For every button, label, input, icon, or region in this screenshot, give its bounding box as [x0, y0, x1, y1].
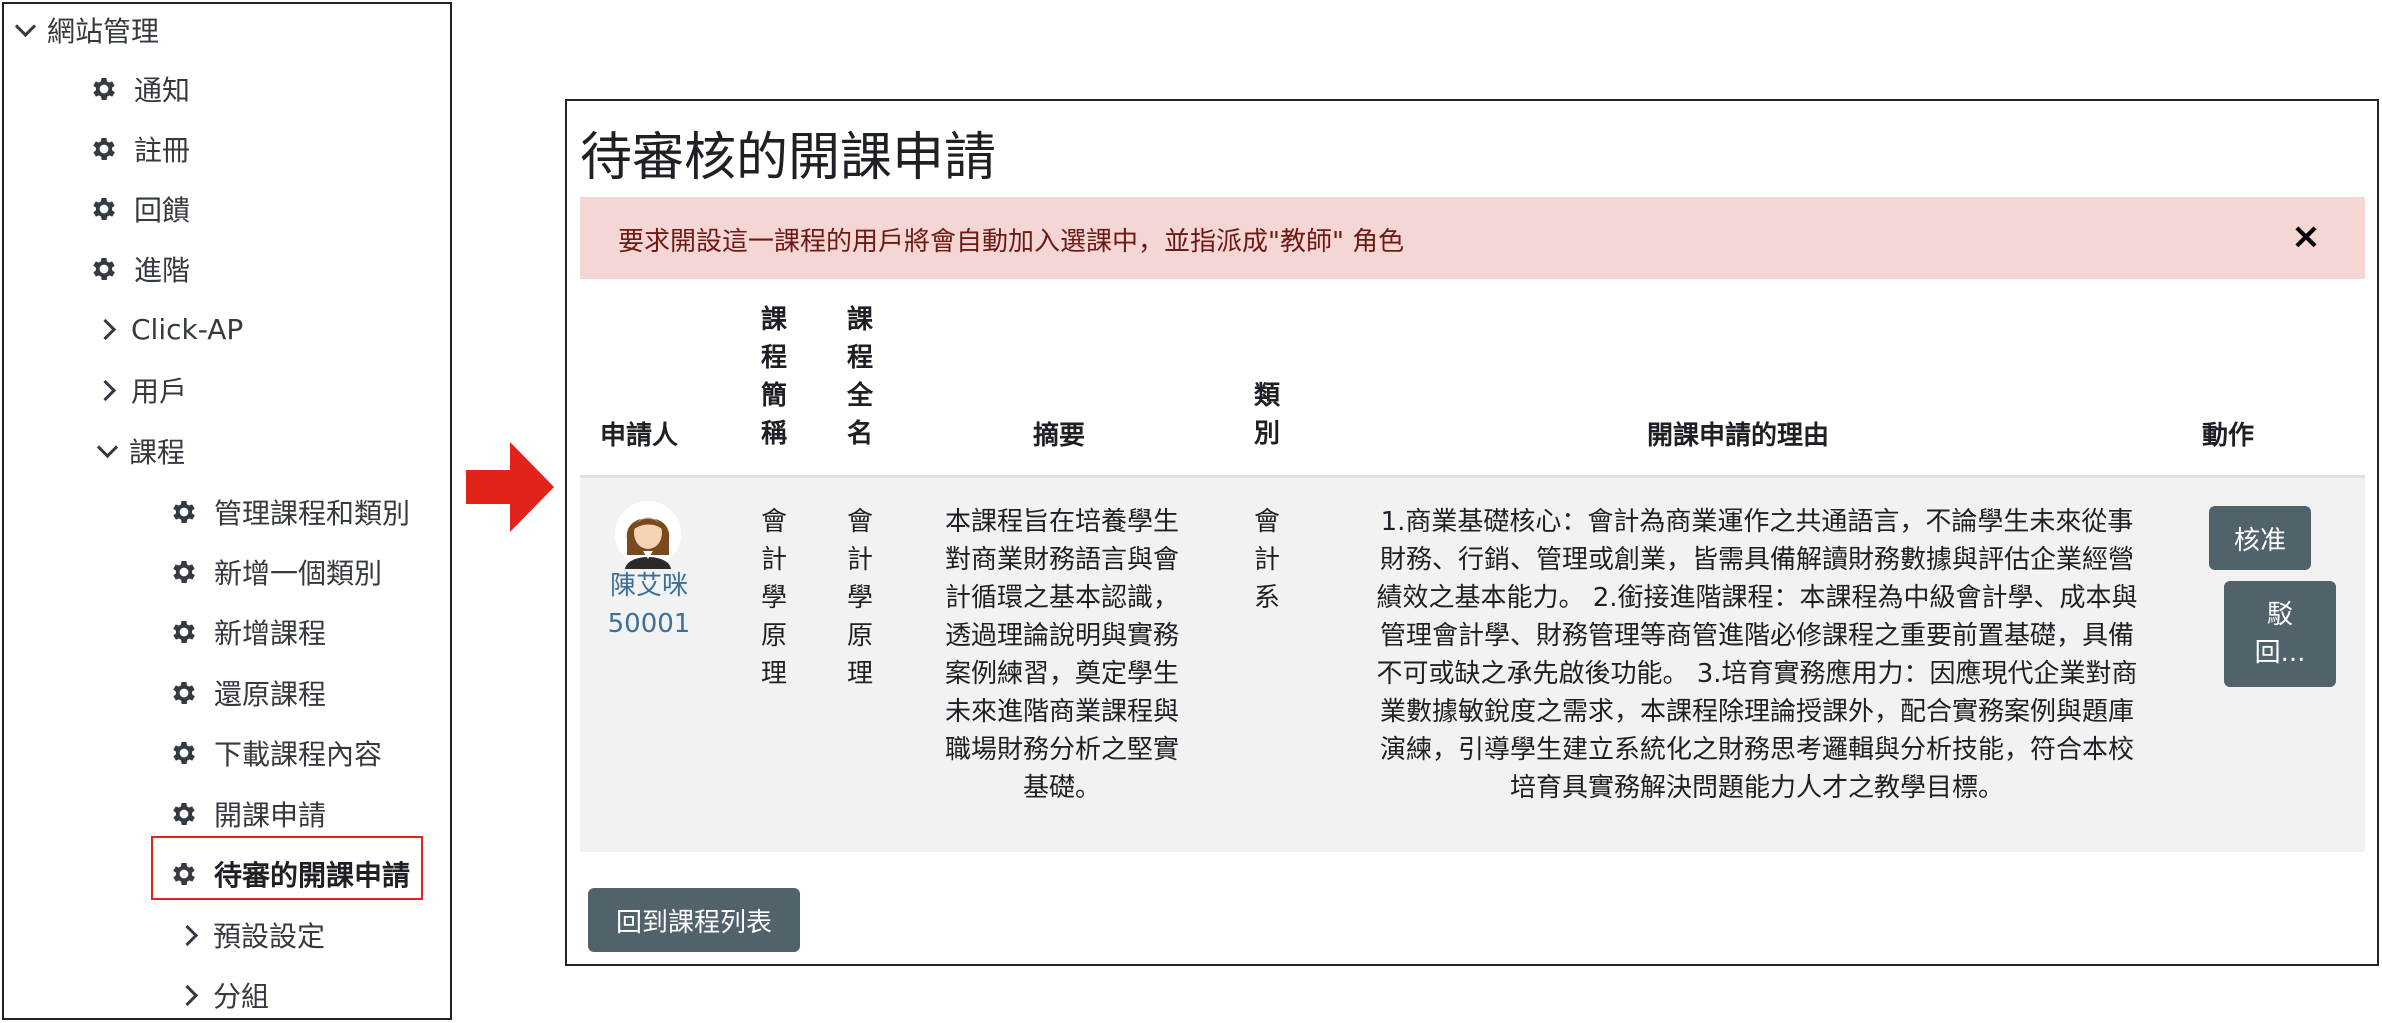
gear-icon	[168, 496, 200, 528]
summary-line: 透過理論說明與實務	[944, 621, 1179, 651]
chevron-right-icon	[176, 924, 199, 946]
nav-item-download-course[interactable]: 下載課程內容	[168, 729, 382, 777]
chevron-right-icon	[176, 984, 199, 1006]
nav-group-default-settings[interactable]: 預設設定	[176, 911, 326, 959]
short-name-cell: 會計學原理	[760, 507, 787, 689]
gear-icon	[168, 677, 200, 709]
nav-item-add-category[interactable]: 新增一個類別	[168, 548, 382, 596]
active-item-highlight	[151, 836, 423, 900]
close-icon[interactable]: ×	[2291, 219, 2321, 255]
nav-group-groups[interactable]: 分組	[176, 971, 270, 1019]
nav-item-advanced[interactable]: 進階	[88, 245, 190, 293]
nav-item-label: 回饋	[134, 194, 191, 227]
chevron-down-icon	[96, 436, 119, 458]
applicant-name-link[interactable]: 陳艾咪 50001	[589, 567, 709, 643]
back-to-course-list-button[interactable]: 回到課程列表	[588, 888, 800, 952]
nav-root-label: 網站管理	[47, 15, 160, 48]
nav-item-label: 進階	[134, 254, 191, 287]
info-alert: 要求開設這一課程的用戶將會自動加入選課中，並指派成"教師" 角色 ×	[580, 197, 2365, 279]
col-header-category: 類別	[1253, 381, 1280, 449]
avatar[interactable]	[615, 499, 681, 569]
nav-item-add-course[interactable]: 新增課程	[168, 608, 326, 656]
nav-item-label: 新增一個類別	[214, 557, 383, 590]
nav-item-course-request[interactable]: 開課申請	[168, 790, 326, 838]
reject-label-line: 回...	[2254, 638, 2306, 668]
nav-item-feedback[interactable]: 回饋	[88, 185, 190, 233]
right-arrow-icon	[466, 442, 554, 532]
gear-icon	[168, 616, 200, 648]
reject-button[interactable]: 駁 回...	[2224, 581, 2336, 687]
summary-line: 對商業財務語言與會	[944, 545, 1179, 575]
applicant-name: 陳艾咪	[609, 571, 688, 601]
nav-group-label: 分組	[213, 980, 270, 1013]
reject-label-line: 駁	[2266, 600, 2293, 630]
full-name-cell: 會計學原理	[846, 507, 873, 689]
summary-line: 職場財務分析之堅實	[944, 735, 1179, 765]
nav-group-users[interactable]: 用戶	[94, 366, 188, 414]
summary-line: 未來進階商業課程與	[944, 697, 1179, 727]
reason-line: 不可或缺之承先啟後功能。 3.培育實務應用力：因應現代企業對商	[1376, 659, 2138, 689]
reason-line: 1.商業基礎核心：會計為商業運作之共通語言，不論學生未來從事	[1380, 507, 2134, 537]
reason-line: 管理會計學、財務管理等商管進階必修課程之重要前置基礎，具備	[1379, 621, 2134, 651]
category-cell: 會計系	[1253, 507, 1280, 613]
col-header-reason: 開課申請的理由	[1647, 421, 1830, 451]
gear-icon	[168, 798, 200, 830]
reason-line: 培育具實務解決問題能力人才之教學目標。	[1509, 773, 2004, 803]
reason-line: 財務、行銷、管理或創業，皆需具備解讀財務數據與評估企業經營	[1379, 545, 2134, 575]
col-header-actions: 動作	[2202, 421, 2255, 451]
chevron-right-icon	[94, 318, 117, 340]
approve-button[interactable]: 核准	[2209, 506, 2311, 570]
nav-group-click-ap[interactable]: Click-AP	[94, 305, 244, 353]
col-header-full-name: 課程全名	[846, 305, 873, 449]
summary-line: 本課程旨在培養學生	[944, 507, 1179, 537]
nav-group-courses[interactable]: 課程	[96, 427, 186, 475]
nav-item-label: 新增課程	[214, 617, 327, 650]
summary-line: 計循環之基本認識，	[944, 583, 1179, 613]
alert-text: 要求開設這一課程的用戶將會自動加入選課中，並指派成"教師" 角色	[618, 227, 1405, 257]
gear-icon	[88, 193, 120, 225]
nav-group-label: 預設設定	[213, 920, 326, 953]
nav-item-registration[interactable]: 註冊	[88, 125, 190, 173]
col-header-short-name: 課程簡稱	[760, 305, 787, 449]
nav-item-label: 管理課程和類別	[214, 497, 411, 530]
nav-item-notifications[interactable]: 通知	[88, 65, 190, 113]
gear-icon	[88, 133, 120, 165]
nav-group-label: 用戶	[131, 375, 188, 408]
summary-line: 案例練習，奠定學生	[944, 659, 1179, 689]
nav-root-site-admin[interactable]: 網站管理	[14, 6, 160, 54]
gear-icon	[168, 556, 200, 588]
nav-item-label: 通知	[134, 74, 191, 107]
reason-line: 業數據敏銳度之需求，本課程除理論授課外，配合實務案例與題庫	[1379, 697, 2134, 727]
col-header-summary: 摘要	[1033, 421, 1086, 451]
applicant-id: 50001	[607, 609, 691, 639]
page-title: 待審核的開課申請	[580, 128, 997, 188]
reason-line: 績效之基本能力。 2.銜接進階課程：本課程為中級會計學、成本與	[1376, 583, 2138, 613]
nav-item-label: 下載課程內容	[214, 738, 383, 771]
nav-item-label: 還原課程	[214, 678, 327, 711]
nav-item-manage-courses[interactable]: 管理課程和類別	[168, 488, 410, 536]
col-header-applicant: 申請人	[600, 421, 679, 451]
pending-requests-panel: 待審核的開課申請 要求開設這一課程的用戶將會自動加入選課中，並指派成"教師" 角…	[565, 99, 2379, 966]
nav-group-label: 課程	[129, 436, 186, 469]
nav-item-restore-course[interactable]: 還原課程	[168, 669, 326, 717]
chevron-right-icon	[94, 379, 117, 401]
gear-icon	[88, 73, 120, 105]
nav-item-label: 註冊	[134, 134, 191, 167]
nav-group-label: Click-AP	[131, 312, 244, 346]
summary-cell: 本課程旨在培養學生 對商業財務語言與會 計循環之基本認識， 透過理論說明與實務 …	[927, 503, 1197, 807]
summary-line: 基礎。	[1022, 773, 1101, 803]
chevron-down-icon	[14, 15, 37, 37]
reason-cell: 1.商業基礎核心：會計為商業運作之共通語言，不論學生未來從事 財務、行銷、管理或…	[1327, 503, 2187, 807]
gear-icon	[88, 253, 120, 285]
nav-item-label: 開課申請	[214, 799, 327, 832]
gear-icon	[168, 737, 200, 769]
reason-line: 演練，引導學生建立系統化之財務思考邏輯與分析技能，符合本校	[1379, 735, 2134, 765]
